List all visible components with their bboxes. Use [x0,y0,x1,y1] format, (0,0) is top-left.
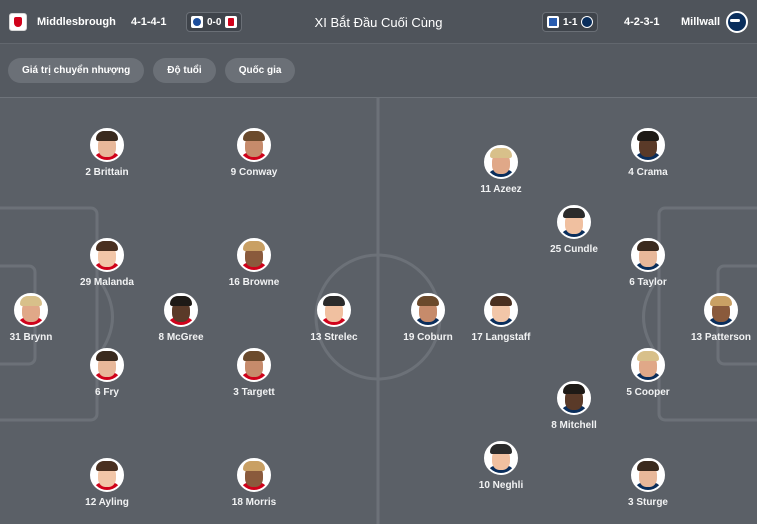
home-team[interactable] [9,0,27,44]
player-photo[interactable] [317,293,351,327]
middlesbrough-crest-icon [9,13,27,31]
player-name: 2 Brittain [85,167,129,178]
player-home-5[interactable]: 8 McGree [126,293,236,343]
player-photo[interactable] [14,293,48,327]
player-away-16[interactable]: 17 Langstaff [446,293,556,343]
player-name: 9 Conway [230,167,278,178]
player-photo[interactable] [90,458,124,492]
player-name: 13 Patterson [690,332,752,343]
home-formation: 4-1-4-1 [131,16,167,28]
player-home-4[interactable]: 31 Brynn [0,293,86,343]
player-photo[interactable] [237,348,271,382]
player-name: 4 Crama [628,167,668,178]
player-photo[interactable] [704,293,738,327]
player-photo[interactable] [90,128,124,162]
player-away-17[interactable]: 13 Patterson [666,293,757,343]
home-team-name[interactable]: Middlesbrough [37,0,116,44]
player-name: 17 Langstaff [471,332,531,343]
player-name: 11 Azeez [480,184,522,195]
away-formation: 4-2-3-1 [624,16,660,28]
away-last-match[interactable]: 1-1 [542,0,599,44]
right-penalty-arc [642,276,661,358]
middlesbrough-mini-crest-icon [225,16,238,28]
player-name: 29 Malanda [80,277,134,288]
player-name: 8 McGree [158,332,204,343]
player-name: 31 Brynn [9,332,53,343]
left-penalty-arc [95,276,114,358]
player-away-21[interactable]: 3 Sturge [593,458,703,508]
player-name: 16 Browne [228,277,280,288]
player-away-11[interactable]: 11 Azeez [446,145,556,195]
lineup-widget: Middlesbrough 4-1-4-1 0-0 XI Bắt Đầu Cuố… [0,0,757,524]
player-photo[interactable] [484,293,518,327]
player-name: 8 Mitchell [551,420,597,431]
player-photo[interactable] [631,128,665,162]
player-home-9[interactable]: 12 Ayling [52,458,162,508]
tab-transfer-value[interactable]: Giá trị chuyển nhượng [8,58,145,83]
player-photo[interactable] [484,441,518,475]
away-team-name[interactable]: Millwall [681,0,720,44]
player-home-2[interactable]: 29 Malanda [52,238,162,288]
home-last-score: 0-0 [207,16,222,28]
player-photo[interactable] [631,238,665,272]
player-home-0[interactable]: 2 Brittain [52,128,162,178]
player-name: 12 Ayling [85,497,129,508]
player-away-14[interactable]: 6 Taylor [593,238,703,288]
player-name: 10 Neghli [478,480,524,491]
player-photo[interactable] [557,205,591,239]
player-name: 18 Morris [231,497,277,508]
player-photo[interactable] [411,293,445,327]
ipswich-crest-icon [547,16,559,28]
lineup-header: Middlesbrough 4-1-4-1 0-0 XI Bắt Đầu Cuố… [0,0,757,44]
player-photo[interactable] [557,381,591,415]
millwall-crest-icon [726,11,748,33]
home-last-match[interactable]: 0-0 [186,0,243,44]
player-away-12[interactable]: 4 Crama [593,128,703,178]
player-home-3[interactable]: 16 Browne [199,238,309,288]
tab-age[interactable]: Độ tuổi [153,58,216,83]
player-photo[interactable] [631,348,665,382]
player-name: 3 Targett [233,387,275,398]
player-away-20[interactable]: 10 Neghli [446,441,556,491]
away-team[interactable] [726,0,748,44]
away-last-score: 1-1 [563,16,578,28]
pitch: 2 Brittain 9 Conway 29 Malanda 16 Browne 31 … [0,97,757,524]
player-home-1[interactable]: 9 Conway [199,128,309,178]
player-photo[interactable] [631,458,665,492]
player-photo[interactable] [90,348,124,382]
player-photo[interactable] [237,238,271,272]
tab-nationality[interactable]: Quốc gia [224,58,296,83]
player-photo[interactable] [237,458,271,492]
player-photo[interactable] [237,128,271,162]
player-home-8[interactable]: 3 Targett [199,348,309,398]
player-away-19[interactable]: 8 Mitchell [519,381,629,431]
player-name: 6 Fry [95,387,119,398]
blackburn-crest-icon [191,16,203,28]
player-name: 3 Sturge [627,497,668,508]
player-photo[interactable] [90,238,124,272]
player-photo[interactable] [164,293,198,327]
player-name: 6 Taylor [629,277,667,288]
player-home-10[interactable]: 18 Morris [199,458,309,508]
player-home-7[interactable]: 6 Fry [52,348,162,398]
millwall-mini-crest-icon [581,16,594,28]
player-photo[interactable] [484,145,518,179]
filter-tabs: Giá trị chuyển nhượng Độ tuổi Quốc gia [8,58,296,83]
